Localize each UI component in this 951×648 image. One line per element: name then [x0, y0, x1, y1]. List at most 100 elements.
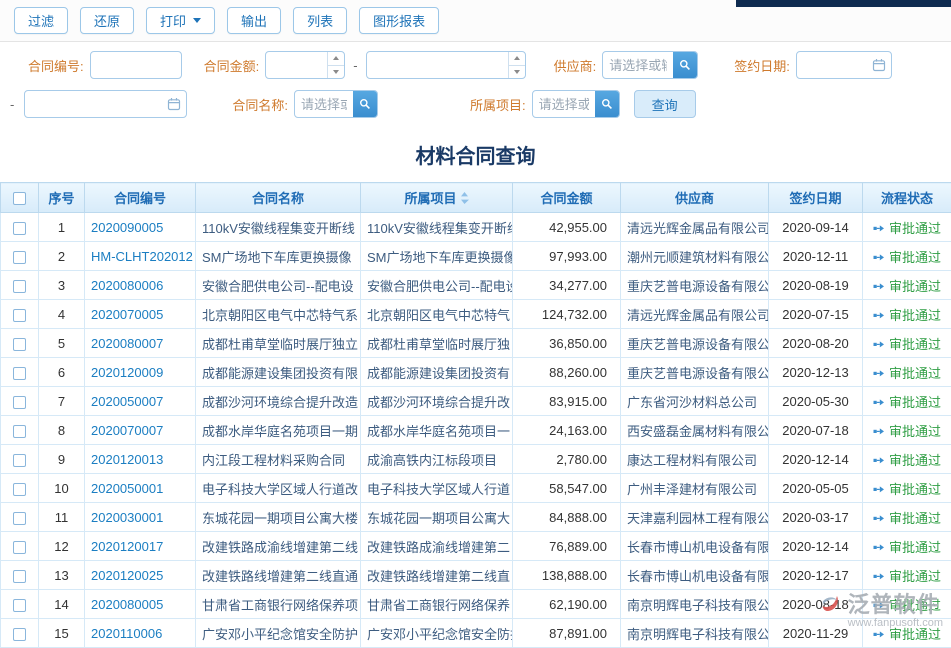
- row-checkbox[interactable]: [13, 338, 26, 351]
- contract-no-link[interactable]: 2020120009: [91, 365, 163, 380]
- top-right-panel-edge: [736, 0, 951, 7]
- contract-no-link[interactable]: 2020050001: [91, 481, 163, 496]
- supplier-input-wrap: [602, 51, 698, 79]
- supplier-input[interactable]: [603, 52, 673, 78]
- sign-date-to-input[interactable]: [25, 91, 162, 117]
- toolbar-button-print[interactable]: 打印: [146, 7, 215, 34]
- amount-cell: 83,915.00: [513, 387, 621, 416]
- contract-name-cell: 110kV安徽线程集变开断线: [196, 213, 361, 242]
- contract-no-link[interactable]: 2020080005: [91, 597, 163, 612]
- contract-no-link[interactable]: 2020050007: [91, 394, 163, 409]
- status-text: 审批通过: [889, 424, 941, 439]
- status-text: 审批通过: [889, 569, 941, 584]
- contract-no-link[interactable]: 2020030001: [91, 510, 163, 525]
- amount-cell: 97,993.00: [513, 242, 621, 271]
- sign-date-label: 签约日期:: [734, 56, 790, 75]
- row-checkbox-cell: [1, 474, 39, 503]
- supplier-cell: 长春市博山机电设备有限公: [621, 532, 769, 561]
- select-all-checkbox[interactable]: [13, 192, 26, 205]
- column-header-sign-date[interactable]: 签约日期: [769, 183, 863, 213]
- contract-name-search-button[interactable]: [353, 91, 377, 117]
- row-checkbox[interactable]: [13, 454, 26, 467]
- contract-no-link[interactable]: 2020120013: [91, 452, 163, 467]
- row-checkbox[interactable]: [13, 512, 26, 525]
- sign-date-from-input[interactable]: [797, 52, 867, 78]
- row-checkbox[interactable]: [13, 367, 26, 380]
- row-checkbox[interactable]: [13, 483, 26, 496]
- row-checkbox[interactable]: [13, 309, 26, 322]
- column-header-project[interactable]: 所属项目: [361, 183, 513, 213]
- row-checkbox[interactable]: [13, 280, 26, 293]
- column-header-label: 合同金额: [540, 191, 592, 206]
- table-row: 142020080005甘肃省工商银行网络保养项甘肃省工商银行网络保养62,19…: [1, 590, 951, 619]
- row-checkbox[interactable]: [13, 222, 26, 235]
- toolbar-button-graph-report[interactable]: 图形报表: [359, 7, 439, 34]
- contract-no-link[interactable]: 2020090005: [91, 220, 163, 235]
- calendar-icon[interactable]: [162, 91, 186, 117]
- query-button[interactable]: 查询: [634, 90, 696, 118]
- status-cell: 审批通过: [863, 242, 951, 271]
- contract-no-input[interactable]: [91, 52, 181, 78]
- spinner-down-icon[interactable]: [509, 66, 525, 79]
- column-header-status[interactable]: 流程状态: [863, 183, 951, 213]
- toolbar-button-list[interactable]: 列表: [293, 7, 347, 34]
- contract-no-link[interactable]: 2020110006: [91, 626, 162, 641]
- sign-date-cell: 2020-12-13: [769, 358, 863, 387]
- column-header-supplier[interactable]: 供应商: [621, 183, 769, 213]
- workflow-status-icon: [873, 223, 885, 234]
- project-cell: SM广场地下车库更换摄像: [361, 242, 513, 271]
- column-header-index[interactable]: 序号: [39, 183, 85, 213]
- supplier-search-button[interactable]: [673, 52, 697, 78]
- sign-date-cell: 2020-12-11: [769, 242, 863, 271]
- contract-no-cell: 2020050007: [85, 387, 196, 416]
- amount-max-spinner[interactable]: [508, 52, 525, 78]
- column-header-amount[interactable]: 合同金额: [513, 183, 621, 213]
- status-text: 审批通过: [889, 511, 941, 526]
- contract-no-link[interactable]: 2020070007: [91, 423, 163, 438]
- dropdown-caret-icon: [193, 18, 201, 23]
- contract-no-cell: 2020120009: [85, 358, 196, 387]
- amount-min-spinner[interactable]: [327, 52, 344, 78]
- row-checkbox[interactable]: [13, 396, 26, 409]
- row-checkbox[interactable]: [13, 541, 26, 554]
- contract-no-link[interactable]: 2020080006: [91, 278, 163, 293]
- spinner-down-icon[interactable]: [328, 66, 344, 79]
- contract-no-link[interactable]: HM-CLHT202012: [91, 249, 193, 264]
- workflow-status-icon: [873, 252, 885, 263]
- contract-no-link[interactable]: 2020080007: [91, 336, 163, 351]
- row-checkbox[interactable]: [13, 425, 26, 438]
- contract-no-link[interactable]: 2020120017: [91, 539, 163, 554]
- amount-max-input[interactable]: [367, 52, 508, 78]
- row-checkbox[interactable]: [13, 599, 26, 612]
- row-index-cell: 5: [39, 329, 85, 358]
- column-header-contract-no[interactable]: 合同编号: [85, 183, 196, 213]
- toolbar-button-label: 图形报表: [373, 11, 425, 30]
- row-index-cell: 6: [39, 358, 85, 387]
- toolbar-button-filter[interactable]: 过滤: [14, 7, 68, 34]
- amount-min-input[interactable]: [266, 52, 327, 78]
- project-cell: 北京朝阳区电气中芯特气: [361, 300, 513, 329]
- calendar-icon[interactable]: [867, 52, 891, 78]
- spinner-up-icon[interactable]: [328, 52, 344, 66]
- toolbar-button-export[interactable]: 输出: [227, 7, 281, 34]
- status-text: 审批通过: [889, 221, 941, 236]
- contract-name-input[interactable]: [295, 91, 353, 117]
- project-cell: 成都沙河环境综合提升改: [361, 387, 513, 416]
- status-cell: 审批通过: [863, 561, 951, 590]
- row-checkbox-cell: [1, 532, 39, 561]
- status-cell: 审批通过: [863, 358, 951, 387]
- row-index-cell: 3: [39, 271, 85, 300]
- project-input[interactable]: [533, 91, 595, 117]
- row-checkbox[interactable]: [13, 570, 26, 583]
- project-label: 所属项目:: [470, 95, 526, 114]
- toolbar-button-restore[interactable]: 还原: [80, 7, 134, 34]
- project-cell: 改建铁路成渝线增建第二: [361, 532, 513, 561]
- row-checkbox[interactable]: [13, 251, 26, 264]
- contract-no-link[interactable]: 2020070005: [91, 307, 163, 322]
- workflow-status-icon: [873, 397, 885, 408]
- project-search-button[interactable]: [595, 91, 619, 117]
- column-header-contract-name[interactable]: 合同名称: [196, 183, 361, 213]
- row-checkbox[interactable]: [13, 628, 26, 641]
- contract-no-link[interactable]: 2020120025: [91, 568, 163, 583]
- spinner-up-icon[interactable]: [509, 52, 525, 66]
